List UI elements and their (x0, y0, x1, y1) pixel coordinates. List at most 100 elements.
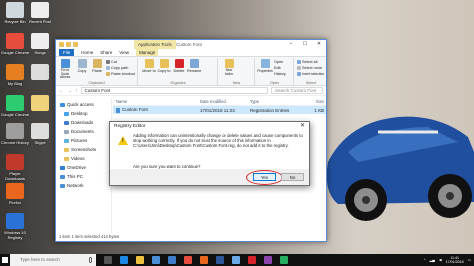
nav-item[interactable]: Quick access (56, 100, 111, 109)
maximize-button[interactable]: ☐ (298, 40, 312, 49)
desktop-wallpaper-car (326, 116, 474, 221)
desktop-icon[interactable] (25, 64, 55, 81)
tab-file[interactable]: File (59, 49, 75, 56)
taskbar-search-input[interactable]: Type here to search (10, 254, 96, 266)
registry-editor-dialog[interactable]: Registry Editor ✕ ! Adding information c… (109, 121, 310, 186)
nav-item-icon (60, 183, 65, 188)
select-none-icon (297, 66, 301, 70)
app-icon (6, 183, 24, 199)
forward-arrow-icon[interactable]: → (67, 88, 72, 94)
media-icon[interactable] (248, 256, 256, 264)
volume-icon[interactable]: ◀ (439, 258, 442, 262)
rename-button[interactable]: Rename (187, 59, 201, 73)
music-icon[interactable] (264, 256, 272, 264)
nav-item[interactable]: OneDrive (56, 163, 111, 172)
organize-group-label: Organize (170, 81, 186, 85)
move-to-button[interactable]: Move to (142, 59, 156, 73)
start-button[interactable] (0, 254, 10, 266)
desktop-icon[interactable] (25, 95, 55, 112)
desktop-icon[interactable]: Windows 10 Registry (0, 213, 30, 240)
copy-path-button[interactable]: Copy path (106, 66, 128, 70)
app-icon[interactable] (280, 256, 288, 264)
pin-quick-access-button[interactable]: Pin to Quick access (58, 59, 72, 80)
desktop-icon[interactable]: Player Downloads (0, 154, 30, 181)
tab-manage[interactable]: Manage (135, 49, 159, 56)
column-name[interactable]: Name (113, 99, 197, 104)
network-icon[interactable]: ▂▄ (430, 258, 435, 262)
mail-icon[interactable] (168, 256, 176, 264)
chrome-icon[interactable] (184, 256, 192, 264)
desktop-icon[interactable]: Songs (25, 33, 55, 55)
nav-item[interactable]: Desktop (56, 109, 111, 118)
app-icon (6, 33, 24, 49)
column-date-modified[interactable]: Date modified (197, 99, 247, 104)
yes-button[interactable]: Yes (253, 173, 276, 181)
word-icon[interactable] (216, 256, 224, 264)
minimize-button[interactable]: – (284, 40, 298, 49)
column-type[interactable]: Type (247, 99, 301, 104)
select-group: Select all Select none Invert selection … (295, 58, 327, 85)
open-button[interactable]: Open (274, 60, 283, 64)
firefox-icon[interactable] (200, 256, 208, 264)
properties-button[interactable]: Properties (257, 59, 273, 73)
new-folder-icon[interactable] (73, 42, 78, 47)
nav-item[interactable]: Documents (56, 127, 111, 136)
folder-icon[interactable] (59, 42, 64, 47)
up-arrow-icon[interactable]: ↑ (75, 88, 78, 94)
dialog-message: Adding information can unintentionally c… (133, 133, 303, 149)
desktop-icon-label: Songs (34, 50, 46, 55)
nav-item[interactable]: This PC (56, 172, 111, 181)
open-group: Properties Open Edit History Open (256, 58, 294, 85)
nav-item[interactable]: Network (56, 181, 111, 190)
nav-item[interactable]: Pictures (56, 136, 111, 145)
task-view-icon[interactable] (104, 256, 112, 264)
photos-icon[interactable] (232, 256, 240, 264)
desktop-icon[interactable]: Firefox (0, 183, 30, 205)
close-button[interactable]: ✕ (312, 40, 326, 49)
nav-item-icon (60, 102, 65, 107)
cut-button[interactable]: Cut (106, 60, 117, 64)
tab-home[interactable]: Home (81, 50, 93, 55)
file-row[interactable]: Custom Font 17/01/2018 11:23 Registratio… (113, 106, 326, 114)
tab-share[interactable]: Share (100, 50, 112, 55)
edge-icon[interactable] (120, 256, 128, 264)
copy-button[interactable]: Copy (75, 59, 89, 73)
edit-button[interactable]: Edit (274, 66, 281, 70)
quick-access-toolbar[interactable] (59, 42, 78, 47)
nav-item-label: OneDrive (67, 165, 87, 170)
no-button[interactable]: No (281, 173, 304, 181)
back-arrow-icon[interactable]: ← (59, 88, 64, 94)
notifications-icon[interactable]: ▭ (468, 258, 471, 262)
dialog-close-icon[interactable]: ✕ (300, 122, 305, 131)
invert-selection-button[interactable]: Invert selection (297, 72, 324, 76)
nav-item[interactable]: Screenshots (56, 145, 111, 154)
select-all-button[interactable]: Select all (297, 60, 317, 64)
tab-view[interactable]: View (119, 50, 129, 55)
folder-icon (224, 59, 234, 68)
nav-item[interactable]: Videos (56, 154, 111, 163)
explorer-icon[interactable] (136, 256, 144, 264)
desktop-icon[interactable]: Skype (25, 123, 55, 145)
copy-to-button[interactable]: Copy to (157, 59, 171, 73)
app-icon (6, 2, 24, 18)
organize-group: Move to Copy to Delete Rename Organize (139, 58, 218, 85)
title-bar[interactable]: Application Tools Custom Font – ☐ ✕ (56, 40, 326, 49)
search-input[interactable]: Search Custom Font (271, 87, 323, 94)
tray-arrow-icon[interactable]: ^ (424, 258, 426, 262)
paste-shortcut-button[interactable]: Paste shortcut (106, 72, 135, 76)
delete-button[interactable]: Delete (172, 59, 186, 73)
paste-button[interactable]: Paste (90, 59, 104, 73)
address-bar[interactable]: Custom Font (80, 87, 268, 94)
column-size[interactable]: Size (301, 99, 326, 104)
store-icon[interactable] (152, 256, 160, 264)
select-none-button[interactable]: Select none (297, 66, 322, 70)
desktop-icon-label: Player Downloads (5, 171, 25, 181)
microphone-icon[interactable] (89, 257, 92, 263)
history-button[interactable]: History (274, 72, 286, 76)
nav-item-icon (60, 174, 65, 179)
clock[interactable]: 11:41 17/01/2018 (446, 256, 464, 265)
properties-icon[interactable] (66, 42, 71, 47)
desktop-icon[interactable]: Recent Post (25, 2, 55, 24)
new-folder-button[interactable]: New folder (222, 59, 236, 76)
nav-item[interactable]: Downloads (56, 118, 111, 127)
